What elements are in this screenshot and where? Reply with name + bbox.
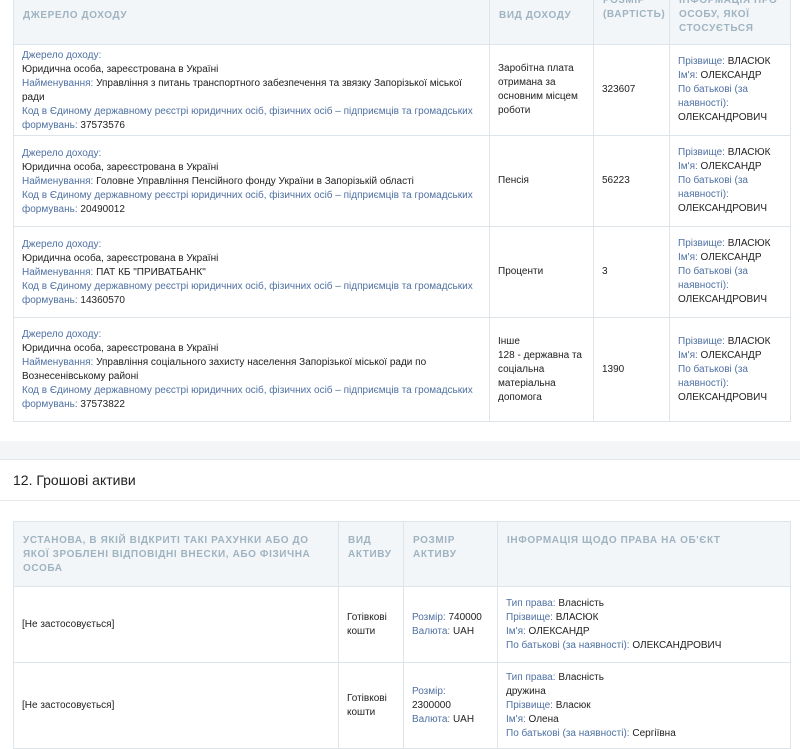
income-type-cell: Пенсія <box>489 135 594 227</box>
asset-institution-cell: [Не застосовується] <box>13 586 339 663</box>
income-table-header: ДЖЕРЕЛО ДОХОДУ ВИД ДОХОДУ РОЗМІР (ВАРТІС… <box>13 0 791 45</box>
asset-type-cell: Готівкові кошти <box>338 586 404 663</box>
header-income-type: ВИД ДОХОДУ <box>489 0 594 45</box>
table-row: Джерело доходу: Юридична особа, зареєстр… <box>13 317 791 422</box>
income-amount-cell: 323607 <box>593 44 670 136</box>
income-amount-cell: 56223 <box>593 135 670 227</box>
table-row: [Не застосовується] Готівкові кошти Розм… <box>13 662 791 749</box>
header-income-person: ІНФОРМАЦІЯ ПРО ОСОБУ, ЯКОЇ СТОСУЄТЬСЯ <box>669 0 791 45</box>
monetary-assets-table: УСТАНОВА, В ЯКІЙ ВІДКРИТІ ТАКІ РАХУНКИ А… <box>13 521 791 749</box>
income-source-cell: Джерело доходу: Юридична особа, зареєстр… <box>13 226 490 318</box>
asset-size-cell: Розмір: 2300000 Валюта: UAH <box>403 662 498 749</box>
income-type-cell: Проценти <box>489 226 594 318</box>
income-amount-cell: 1390 <box>593 317 670 422</box>
header-asset-institution: УСТАНОВА, В ЯКІЙ ВІДКРИТІ ТАКІ РАХУНКИ А… <box>13 521 339 587</box>
income-type-cell: Заробітна плата отримана за основним міс… <box>489 44 594 136</box>
table-row: [Не застосовується] Готівкові кошти Розм… <box>13 586 791 663</box>
asset-institution-cell: [Не застосовується] <box>13 662 339 749</box>
section-header: 12. Грошові активи <box>0 459 800 501</box>
header-asset-size: РОЗМІР АКТИВУ <box>403 521 498 587</box>
asset-rights-cell: Тип права: Власність дружина Прізвище: В… <box>497 662 791 749</box>
table-row: Джерело доходу: Юридична особа, зареєстр… <box>13 44 791 136</box>
income-type-cell: Інше 128 - державна та соціальна матеріа… <box>489 317 594 422</box>
section-title: 12. Грошові активи <box>13 472 136 488</box>
income-source-cell: Джерело доходу: Юридична особа, зареєстр… <box>13 44 490 136</box>
income-person-cell: Прізвище: ВЛАСЮК Ім'я: ОЛЕКСАНДР По бать… <box>669 135 791 227</box>
income-source-cell: Джерело доходу: Юридична особа, зареєстр… <box>13 135 490 227</box>
table-row: Джерело доходу: Юридична особа, зареєстр… <box>13 135 791 227</box>
income-source-cell: Джерело доходу: Юридична особа, зареєстр… <box>13 317 490 422</box>
income-amount-cell: 3 <box>593 226 670 318</box>
section-separator <box>0 441 800 459</box>
header-income-source: ДЖЕРЕЛО ДОХОДУ <box>13 0 490 45</box>
income-person-cell: Прізвище: ВЛАСЮК Ім'я: ОЛЕКСАНДР По бать… <box>669 317 791 422</box>
income-table: ДЖЕРЕЛО ДОХОДУ ВИД ДОХОДУ РОЗМІР (ВАРТІС… <box>13 0 791 422</box>
income-person-cell: Прізвище: ВЛАСЮК Ім'я: ОЛЕКСАНДР По бать… <box>669 44 791 136</box>
asset-size-cell: Розмір: 740000 Валюта: UAH <box>403 586 498 663</box>
table-row: Джерело доходу: Юридична особа, зареєстр… <box>13 226 791 318</box>
header-asset-type: ВИД АКТИВУ <box>338 521 404 587</box>
asset-type-cell: Готівкові кошти <box>338 662 404 749</box>
header-asset-rights: ІНФОРМАЦІЯ ЩОДО ПРАВА НА ОБ'ЄКТ <box>497 521 791 587</box>
income-person-cell: Прізвище: ВЛАСЮК Ім'я: ОЛЕКСАНДР По бать… <box>669 226 791 318</box>
header-income-amount: РОЗМІР (ВАРТІСТЬ) <box>593 0 670 45</box>
assets-table-header: УСТАНОВА, В ЯКІЙ ВІДКРИТІ ТАКІ РАХУНКИ А… <box>13 521 791 587</box>
asset-rights-cell: Тип права: Власність Прізвище: ВЛАСЮК Ім… <box>497 586 791 663</box>
